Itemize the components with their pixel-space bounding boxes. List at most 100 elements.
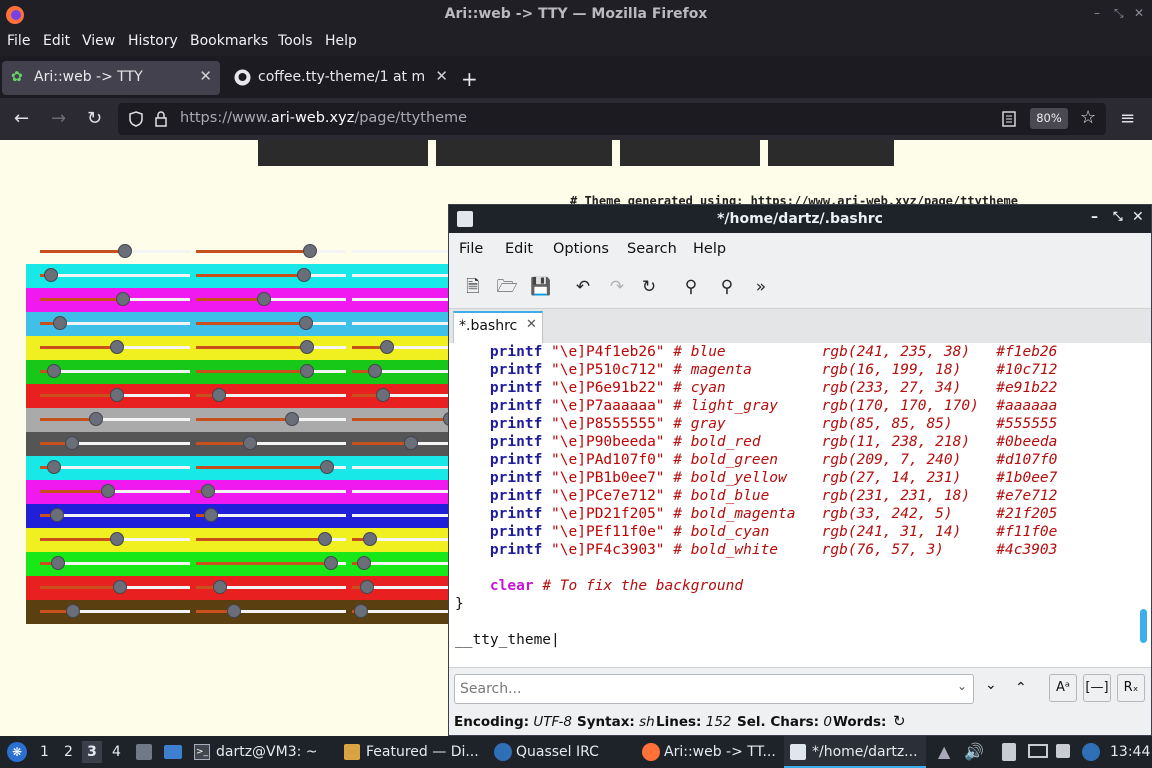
match-case-icon[interactable]: Aᵃ [1049, 674, 1077, 702]
slider-knob[interactable] [297, 268, 311, 282]
reload-icon[interactable]: ↻ [637, 275, 661, 299]
editor-tab-bashrc[interactable]: *.bashrc ✕ [453, 311, 543, 343]
hamburger-menu-icon[interactable]: ≡ [1120, 108, 1135, 129]
menu-file[interactable]: File [7, 33, 30, 49]
taskbar-item-discover[interactable]: Featured — Di... [366, 744, 479, 760]
open-folder-icon[interactable]: 🗁 [495, 275, 519, 299]
slider-track[interactable] [352, 394, 452, 397]
slider-track[interactable] [40, 418, 190, 421]
url-text[interactable]: https://www.ari-web.xyz/page/ttytheme [180, 110, 467, 126]
slider-knob[interactable] [243, 436, 257, 450]
chevron-down-icon[interactable]: ⌄ [957, 679, 967, 693]
slider-track[interactable] [196, 442, 346, 445]
slider-knob[interactable] [320, 460, 334, 474]
slider-track[interactable] [352, 466, 452, 469]
slider-track[interactable] [40, 298, 190, 301]
slider-track[interactable] [196, 322, 346, 325]
slider-knob[interactable] [110, 340, 124, 354]
slider-track[interactable] [196, 610, 346, 613]
close-icon[interactable]: ✕ [1132, 209, 1144, 225]
maximize-icon[interactable]: ⤡ [1114, 6, 1124, 21]
slider-knob[interactable] [257, 292, 271, 306]
slider-knob[interactable] [368, 364, 382, 378]
slider-knob[interactable] [110, 532, 124, 546]
slider-track[interactable] [352, 322, 452, 325]
taskbar-item-firefox[interactable]: Ari::web -> TT... [664, 744, 776, 760]
slider-track[interactable] [196, 346, 346, 349]
slider-knob[interactable] [360, 580, 374, 594]
redo-icon[interactable]: ↷ [605, 275, 629, 299]
zoom-level[interactable]: 80% [1030, 108, 1068, 129]
slider-knob[interactable] [300, 340, 314, 354]
shield-icon[interactable] [128, 111, 144, 127]
slider-knob[interactable] [376, 388, 390, 402]
tab-github[interactable]: coffee.tty-theme/1 at ma ✕ [226, 61, 456, 95]
slider-knob[interactable] [53, 316, 67, 330]
slider-knob[interactable] [204, 508, 218, 522]
slider-knob[interactable] [354, 604, 368, 618]
reload-icon[interactable]: ↻ [87, 108, 102, 129]
slider-track[interactable] [352, 418, 452, 421]
close-tab-icon[interactable]: ✕ [199, 67, 212, 85]
find-next-icon[interactable]: ⌄ [985, 677, 997, 693]
slider-knob[interactable] [318, 532, 332, 546]
menu-history[interactable]: History [128, 33, 178, 49]
close-tab-icon[interactable]: ✕ [526, 317, 537, 332]
menu-tools[interactable]: Tools [278, 33, 313, 49]
slider-knob[interactable] [380, 340, 394, 354]
slider-track[interactable] [40, 442, 190, 445]
slider-knob[interactable] [113, 580, 127, 594]
slider-track[interactable] [352, 370, 452, 373]
refresh-word-count-icon[interactable]: ↻ [893, 712, 906, 730]
slider-knob[interactable] [299, 316, 313, 330]
slider-knob[interactable] [89, 412, 103, 426]
editor-scrollbar[interactable] [1137, 343, 1151, 667]
menu-view[interactable]: View [82, 33, 115, 49]
workspace-3[interactable]: 3 [82, 741, 102, 763]
close-icon[interactable]: ✕ [1134, 6, 1144, 20]
slider-track[interactable] [196, 418, 346, 421]
slider-knob[interactable] [66, 604, 80, 618]
slider-knob[interactable] [285, 412, 299, 426]
tab-ari-web[interactable]: ✿ Ari::web -> TTY ✕ [2, 61, 220, 95]
start-menu-icon[interactable]: ❋ [7, 742, 27, 762]
file-manager-icon[interactable] [136, 744, 152, 760]
slider-track[interactable] [196, 370, 346, 373]
notes-icon[interactable] [1002, 743, 1016, 761]
slider-knob[interactable] [101, 484, 115, 498]
slider-track[interactable] [196, 514, 346, 517]
taskbar-item-editor-active[interactable]: */home/dartz... [784, 736, 926, 768]
editor-menu-help[interactable]: Help [693, 241, 726, 257]
page-button[interactable] [436, 140, 612, 166]
workspace-2[interactable]: 2 [64, 744, 73, 760]
page-button[interactable] [768, 140, 894, 166]
save-icon[interactable]: 💾 [529, 275, 553, 299]
maximize-icon[interactable]: ⤡ [1113, 209, 1123, 224]
editor-menu-search[interactable]: Search [627, 241, 677, 257]
slider-track[interactable] [40, 490, 190, 493]
slider-knob[interactable] [110, 388, 124, 402]
slider-knob[interactable] [303, 244, 317, 258]
slider-track[interactable] [352, 490, 452, 493]
slider-knob[interactable] [116, 292, 130, 306]
minimize-icon[interactable]: – [1091, 209, 1098, 225]
slider-track[interactable] [352, 274, 452, 277]
find-replace-icon[interactable]: ⚲ [715, 275, 739, 299]
slider-knob[interactable] [324, 556, 338, 570]
search-input[interactable]: Search... ⌄ [454, 674, 974, 704]
bookmark-star-icon[interactable]: ☆ [1080, 107, 1096, 128]
slider-knob[interactable] [227, 604, 241, 618]
slider-track[interactable] [196, 250, 346, 253]
show-desktop-icon[interactable] [164, 745, 182, 759]
back-icon[interactable]: ← [14, 108, 29, 129]
slider-knob[interactable] [404, 436, 418, 450]
slider-track[interactable] [352, 346, 452, 349]
slider-track[interactable] [196, 490, 346, 493]
menu-help[interactable]: Help [325, 33, 357, 49]
notifications-icon[interactable] [1056, 744, 1070, 758]
slider-track[interactable] [352, 514, 452, 517]
slider-knob[interactable] [300, 364, 314, 378]
slider-knob[interactable] [363, 532, 377, 546]
forward-icon[interactable]: → [51, 108, 66, 129]
editor-menu-options[interactable]: Options [553, 241, 609, 257]
